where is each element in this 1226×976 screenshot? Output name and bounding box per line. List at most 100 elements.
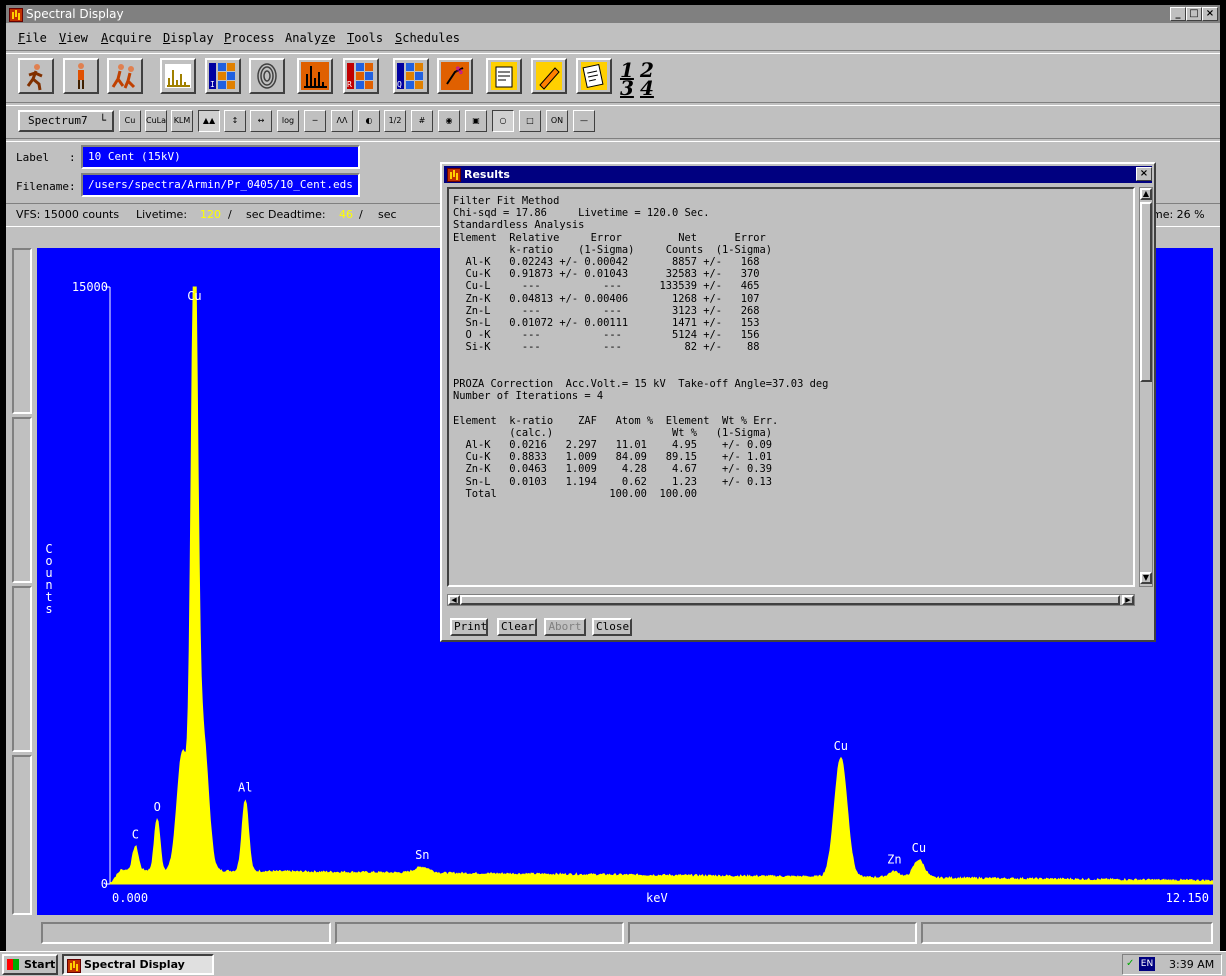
system-tray: ✓ EN 3:39 AM: [1122, 954, 1222, 975]
separator: [6, 102, 1220, 106]
clipboard-icon[interactable]: [486, 58, 522, 94]
menu-acquire[interactable]: Acquire: [101, 31, 152, 45]
scroll-thumb[interactable]: [1140, 202, 1152, 382]
peak-label: O: [154, 800, 161, 814]
y-tick-label: 15000: [72, 280, 108, 294]
livetime-separator: /: [228, 208, 232, 221]
cu-marker-button[interactable]: Cu: [119, 110, 141, 132]
spectrum-bar-icon[interactable]: [160, 58, 196, 94]
spectrum-select-value: Spectrum7: [28, 114, 88, 127]
frame-button[interactable]: □: [519, 110, 541, 132]
menu-view[interactable]: View: [59, 31, 88, 45]
print-button[interactable]: Print: [450, 618, 488, 636]
x-axis-label: keV: [646, 891, 668, 905]
running-pair-icon[interactable]: [107, 58, 143, 94]
results-vertical-scrollbar[interactable]: ▲ ▼: [1139, 187, 1153, 587]
label-caption: Label: [16, 151, 50, 164]
menu-analyze[interactable]: Analyze: [285, 31, 336, 45]
svg-text:%: %: [456, 64, 463, 77]
side-panel-segment: [12, 417, 32, 583]
task-label: Spectral Display: [84, 958, 185, 971]
y-axis-label: Counts: [45, 542, 52, 616]
q-map-icon[interactable]: Q: [393, 58, 429, 94]
standing-person-icon[interactable]: [63, 58, 99, 94]
log-scale-button[interactable]: log: [277, 110, 299, 132]
grid-button[interactable]: #: [411, 110, 433, 132]
start-button[interactable]: Start: [2, 954, 58, 975]
on-button[interactable]: ON: [546, 110, 568, 132]
close-button[interactable]: ×: [1202, 7, 1218, 21]
status-segment-4: [921, 922, 1213, 944]
abort-button[interactable]: Abort: [544, 618, 586, 636]
menu-process[interactable]: Process: [224, 31, 275, 45]
label-colon: :: [69, 151, 76, 164]
report-icon[interactable]: [576, 58, 612, 94]
scroll-up-icon[interactable]: ▲: [1140, 188, 1152, 200]
menu-display[interactable]: Display: [163, 31, 214, 45]
results-horizontal-scrollbar[interactable]: ◀ ▶: [447, 594, 1135, 606]
maximize-button[interactable]: □: [1186, 7, 1202, 21]
clear-button[interactable]: Clear: [497, 618, 537, 636]
scroll-down-icon[interactable]: ▼: [1140, 572, 1152, 584]
scroll-left-icon[interactable]: ◀: [448, 595, 460, 605]
fill-button[interactable]: ▣: [465, 110, 487, 132]
results-titlebar[interactable]: Results ×: [444, 166, 1152, 183]
percent-chart-icon[interactable]: %: [437, 58, 473, 94]
language-indicator[interactable]: EN: [1139, 957, 1155, 971]
svg-text:Q: Q: [397, 80, 402, 89]
horizontal-expand-button[interactable]: ↔: [250, 110, 272, 132]
x-tick-label: 0.000: [112, 891, 148, 905]
close-dialog-button[interactable]: Close: [592, 618, 632, 636]
vfs-counts: VFS: 15000 counts: [16, 208, 120, 221]
klm-marker-button[interactable]: KLM: [171, 110, 193, 132]
scroll-right-icon[interactable]: ▶: [1122, 595, 1134, 605]
roi-button[interactable]: ◉: [438, 110, 460, 132]
vertical-expand-button[interactable]: ↕: [224, 110, 246, 132]
fingerprint-icon[interactable]: [249, 58, 285, 94]
deadtime-separator: /: [359, 208, 363, 221]
pencil-icon[interactable]: [531, 58, 567, 94]
runner-icon[interactable]: [18, 58, 54, 94]
side-panel-segment: [12, 755, 32, 915]
scale-button[interactable]: 1/2: [384, 110, 406, 132]
menu-file[interactable]: File: [18, 31, 47, 45]
label-field[interactable]: 10 Cent (15kV): [81, 145, 360, 169]
minimize-button[interactable]: _: [1170, 7, 1186, 21]
overlay-button[interactable]: ΛΛ: [331, 110, 353, 132]
results-close-icon[interactable]: ×: [1136, 167, 1152, 181]
quad-layout-button[interactable]: 1 2 3 4: [620, 58, 658, 100]
dropdown-icon: └: [99, 114, 106, 127]
menu-bar: File View Acquire Display Process Analyz…: [6, 27, 1220, 49]
orange-spectrum-icon[interactable]: [297, 58, 333, 94]
filename-field[interactable]: /users/spectra/Armin/Pr_0405/10_Cent.eds: [81, 173, 360, 197]
cula-marker-button[interactable]: CuLa: [145, 110, 167, 132]
hscroll-thumb[interactable]: [460, 595, 1120, 605]
clock: 3:39 AM: [1169, 958, 1215, 971]
spectral-display-window: Spectral Display _ □ × File View Acquire…: [6, 5, 1220, 951]
right-status: me: 26 %: [1152, 208, 1205, 221]
results-app-icon: [447, 168, 461, 182]
peak-marker-button[interactable]: ─: [304, 110, 326, 132]
menu-tools[interactable]: Tools: [347, 31, 383, 45]
quad-4-label: 4: [640, 76, 654, 100]
deadtime-value: 46: [339, 208, 353, 221]
spectrum-select[interactable]: Spectrum7 └: [18, 110, 114, 132]
window-titlebar[interactable]: Spectral Display _ □ ×: [6, 5, 1220, 23]
task-spectral-display[interactable]: Spectral Display: [62, 954, 214, 975]
menu-schedules[interactable]: Schedules: [395, 31, 460, 45]
compare-button[interactable]: ○: [492, 110, 514, 132]
r-map-icon[interactable]: R: [343, 58, 379, 94]
contrast-button[interactable]: ◐: [358, 110, 380, 132]
results-title: Results: [464, 168, 510, 181]
peak-label: Sn: [415, 848, 429, 862]
livetime-value: 120: [200, 208, 221, 221]
task-app-icon: [67, 959, 81, 973]
baseline-button[interactable]: —: [573, 110, 595, 132]
peak-fill-button[interactable]: ▲▲: [198, 110, 220, 132]
taskbar: Start Spectral Display ✓ EN 3:39 AM: [0, 951, 1226, 976]
peak-label: Cu: [187, 289, 201, 303]
id-map-icon[interactable]: I: [205, 58, 241, 94]
network-icon[interactable]: ✓: [1126, 958, 1134, 969]
results-text-area[interactable]: Filter Fit Method Chi-sqd = 17.86 Liveti…: [447, 187, 1135, 587]
app-icon: [9, 8, 23, 22]
